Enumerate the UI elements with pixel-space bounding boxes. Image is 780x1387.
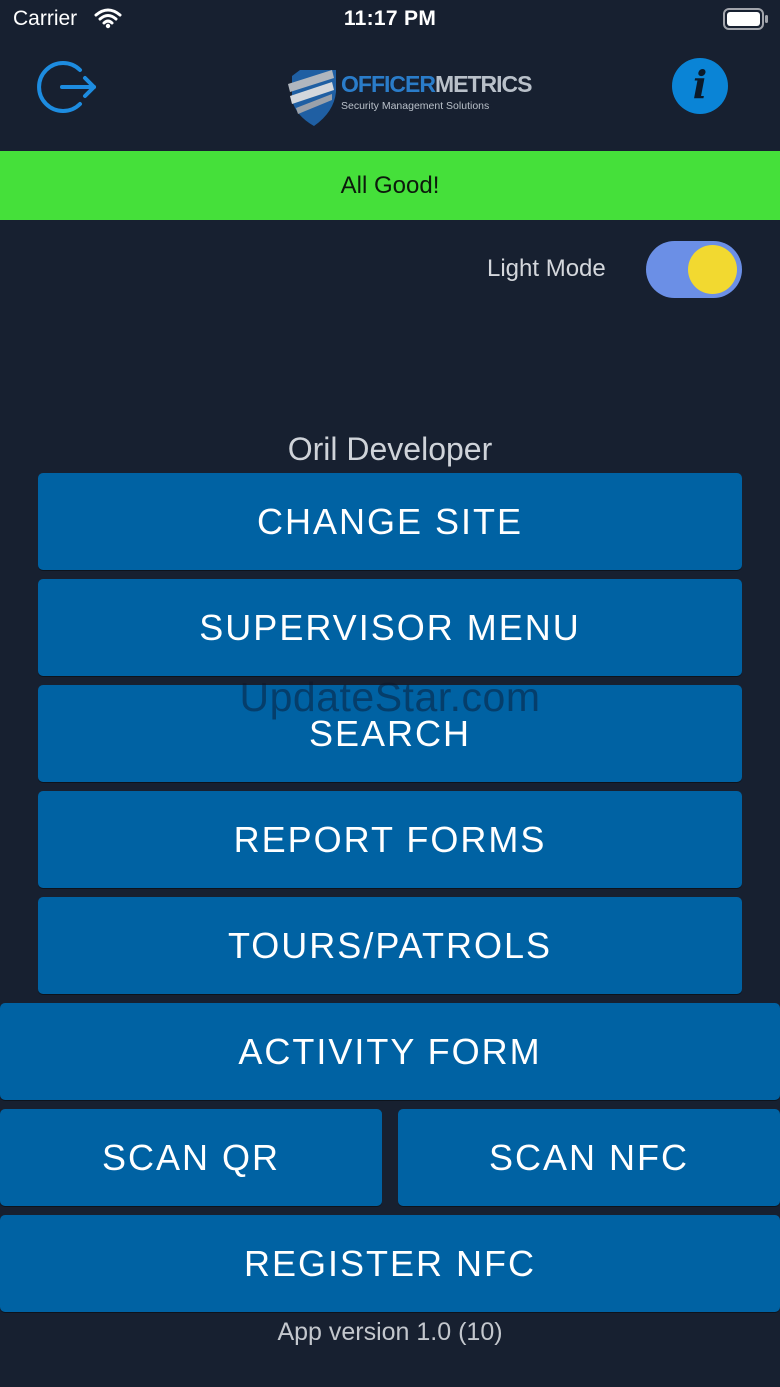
tours-patrols-button[interactable]: TOURS/PATROLS: [38, 897, 742, 994]
info-icon: i: [692, 62, 708, 107]
clock: 11:17 PM: [343, 7, 437, 30]
logout-icon: [37, 61, 96, 113]
status-bar: Carrier 11:17 PM: [0, 0, 780, 40]
shield-logo: [288, 70, 336, 126]
logo-title-secondary: METRICS: [434, 71, 532, 97]
logo-title: OFFICERMETRICS: [341, 71, 532, 97]
report-forms-button[interactable]: REPORT FORMS: [38, 791, 742, 888]
light-mode-toggle[interactable]: [646, 241, 742, 298]
app-version: App version 1.0 (10): [277, 1318, 503, 1346]
light-mode-label: Light Mode: [487, 255, 606, 282]
scan-qr-button[interactable]: SCAN QR: [0, 1109, 382, 1206]
user-name: Oril Developer: [287, 431, 493, 467]
logo-title-primary: OFFICER: [341, 71, 436, 97]
info-button[interactable]: i: [672, 58, 728, 114]
toggle-knob: [688, 245, 737, 294]
logo-tagline: Security Management Solutions: [341, 100, 490, 112]
battery-icon: [723, 8, 768, 30]
change-site-button[interactable]: CHANGE SITE: [38, 473, 742, 570]
register-nfc-button[interactable]: REGISTER NFC: [0, 1215, 780, 1312]
scan-nfc-button[interactable]: SCAN NFC: [398, 1109, 780, 1206]
activity-form-button[interactable]: ACTIVITY FORM: [0, 1003, 780, 1100]
logout-button[interactable]: [36, 56, 98, 118]
supervisor-menu-button[interactable]: SUPERVISOR MENU: [38, 579, 742, 676]
search-button[interactable]: SEARCH: [38, 685, 742, 782]
status-banner: All Good!: [0, 151, 780, 220]
officermetrics-logo: OFFICERMETRICS Security Management Solut…: [286, 66, 532, 128]
